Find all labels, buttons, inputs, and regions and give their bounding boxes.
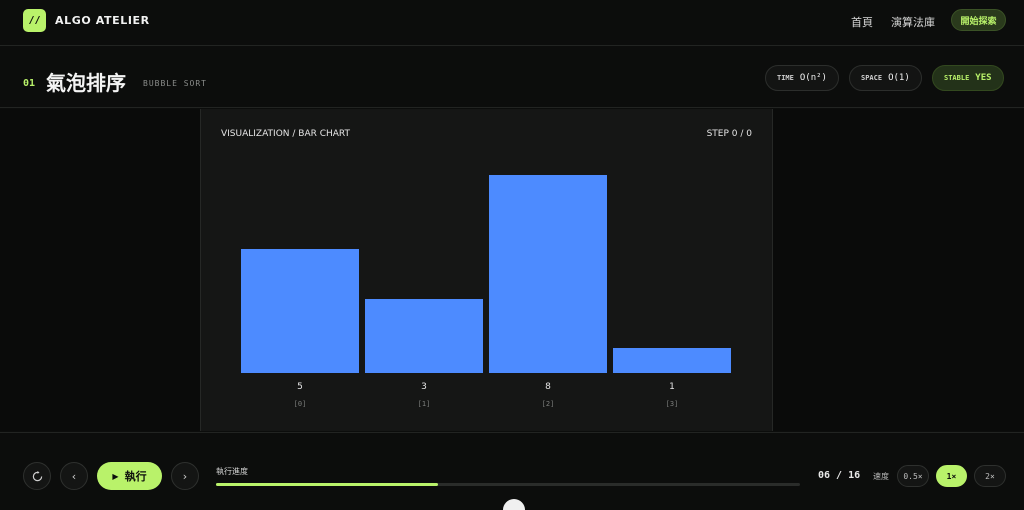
badge-value: O(n²) bbox=[799, 73, 827, 83]
logo[interactable]: // bbox=[23, 9, 46, 32]
bar-value-label: 8 bbox=[545, 382, 551, 392]
right-gutter bbox=[773, 109, 1024, 431]
speed-option-0-5x[interactable]: 0.5× bbox=[897, 465, 929, 487]
bar-index-label: [1] bbox=[417, 400, 431, 408]
chevron-down-icon: ⌄ bbox=[510, 505, 518, 510]
play-icon: ▶ bbox=[112, 471, 119, 481]
space-complexity-badge: SPACE O(1) bbox=[849, 65, 922, 91]
badge-key: STABLE bbox=[944, 74, 970, 82]
speed-option-2x[interactable]: 2× bbox=[974, 465, 1006, 487]
step-counter: STEP 0 / 0 bbox=[706, 129, 752, 139]
algorithm-number: 01 bbox=[23, 78, 36, 89]
progress-fill bbox=[216, 483, 438, 486]
run-button-label: 執行 bbox=[124, 470, 147, 483]
page-subtitle: BUBBLE SORT bbox=[143, 79, 207, 88]
progress-track[interactable] bbox=[216, 483, 800, 486]
stable-badge: STABLE YES bbox=[932, 65, 1004, 91]
bar-index-label: [0] bbox=[293, 400, 307, 408]
bar-index-label: [2] bbox=[541, 400, 555, 408]
time-complexity-badge: TIME O(n²) bbox=[765, 65, 839, 91]
badge-value: YES bbox=[975, 73, 992, 83]
left-gutter bbox=[0, 109, 200, 431]
visualization-label: VISUALIZATION / BAR CHART bbox=[221, 129, 351, 139]
chevron-right-icon: › bbox=[182, 469, 188, 483]
page-title: 氣泡排序 bbox=[46, 71, 126, 95]
nav-home[interactable]: 首頁 bbox=[851, 14, 873, 30]
bar-2 bbox=[489, 175, 607, 373]
badge-key: TIME bbox=[777, 74, 794, 82]
bar-value-label: 3 bbox=[421, 382, 427, 392]
start-exploring-button[interactable]: 開始探索 bbox=[951, 9, 1006, 31]
badge-value: O(1) bbox=[888, 73, 910, 83]
chevron-left-icon: ‹ bbox=[71, 469, 77, 483]
previous-step-button[interactable]: ‹ bbox=[60, 462, 88, 490]
nav-algorithm-library[interactable]: 演算法庫 bbox=[891, 14, 935, 30]
bar-0 bbox=[241, 249, 359, 373]
badge-key: SPACE bbox=[861, 74, 883, 82]
progress-label: 執行進度 bbox=[216, 467, 248, 476]
visualization-panel: VISUALIZATION / BAR CHART STEP 0 / 0 5 [0… bbox=[200, 109, 773, 431]
brand-name[interactable]: ALGO ATELIER bbox=[55, 14, 150, 27]
bar-value-label: 5 bbox=[297, 382, 303, 392]
top-navigation: // ALGO ATELIER 首頁 演算法庫 開始探索 bbox=[0, 0, 1024, 46]
speed-option-1x[interactable]: 1× bbox=[936, 465, 967, 487]
reset-icon bbox=[32, 470, 42, 481]
reset-button[interactable] bbox=[23, 462, 51, 490]
bar-1 bbox=[365, 299, 483, 373]
next-step-button[interactable]: › bbox=[171, 462, 199, 490]
run-button[interactable]: ▶ 執行 bbox=[97, 462, 162, 490]
bar-index-label: [3] bbox=[665, 400, 679, 408]
algorithm-header: 01 氣泡排序 BUBBLE SORT TIME O(n²) SPACE O(1… bbox=[0, 47, 1024, 108]
speed-label: 速度 bbox=[873, 472, 889, 481]
bar-3 bbox=[613, 348, 731, 373]
step-progress-counter: 06 / 16 bbox=[818, 470, 861, 481]
bar-value-label: 1 bbox=[669, 382, 675, 392]
